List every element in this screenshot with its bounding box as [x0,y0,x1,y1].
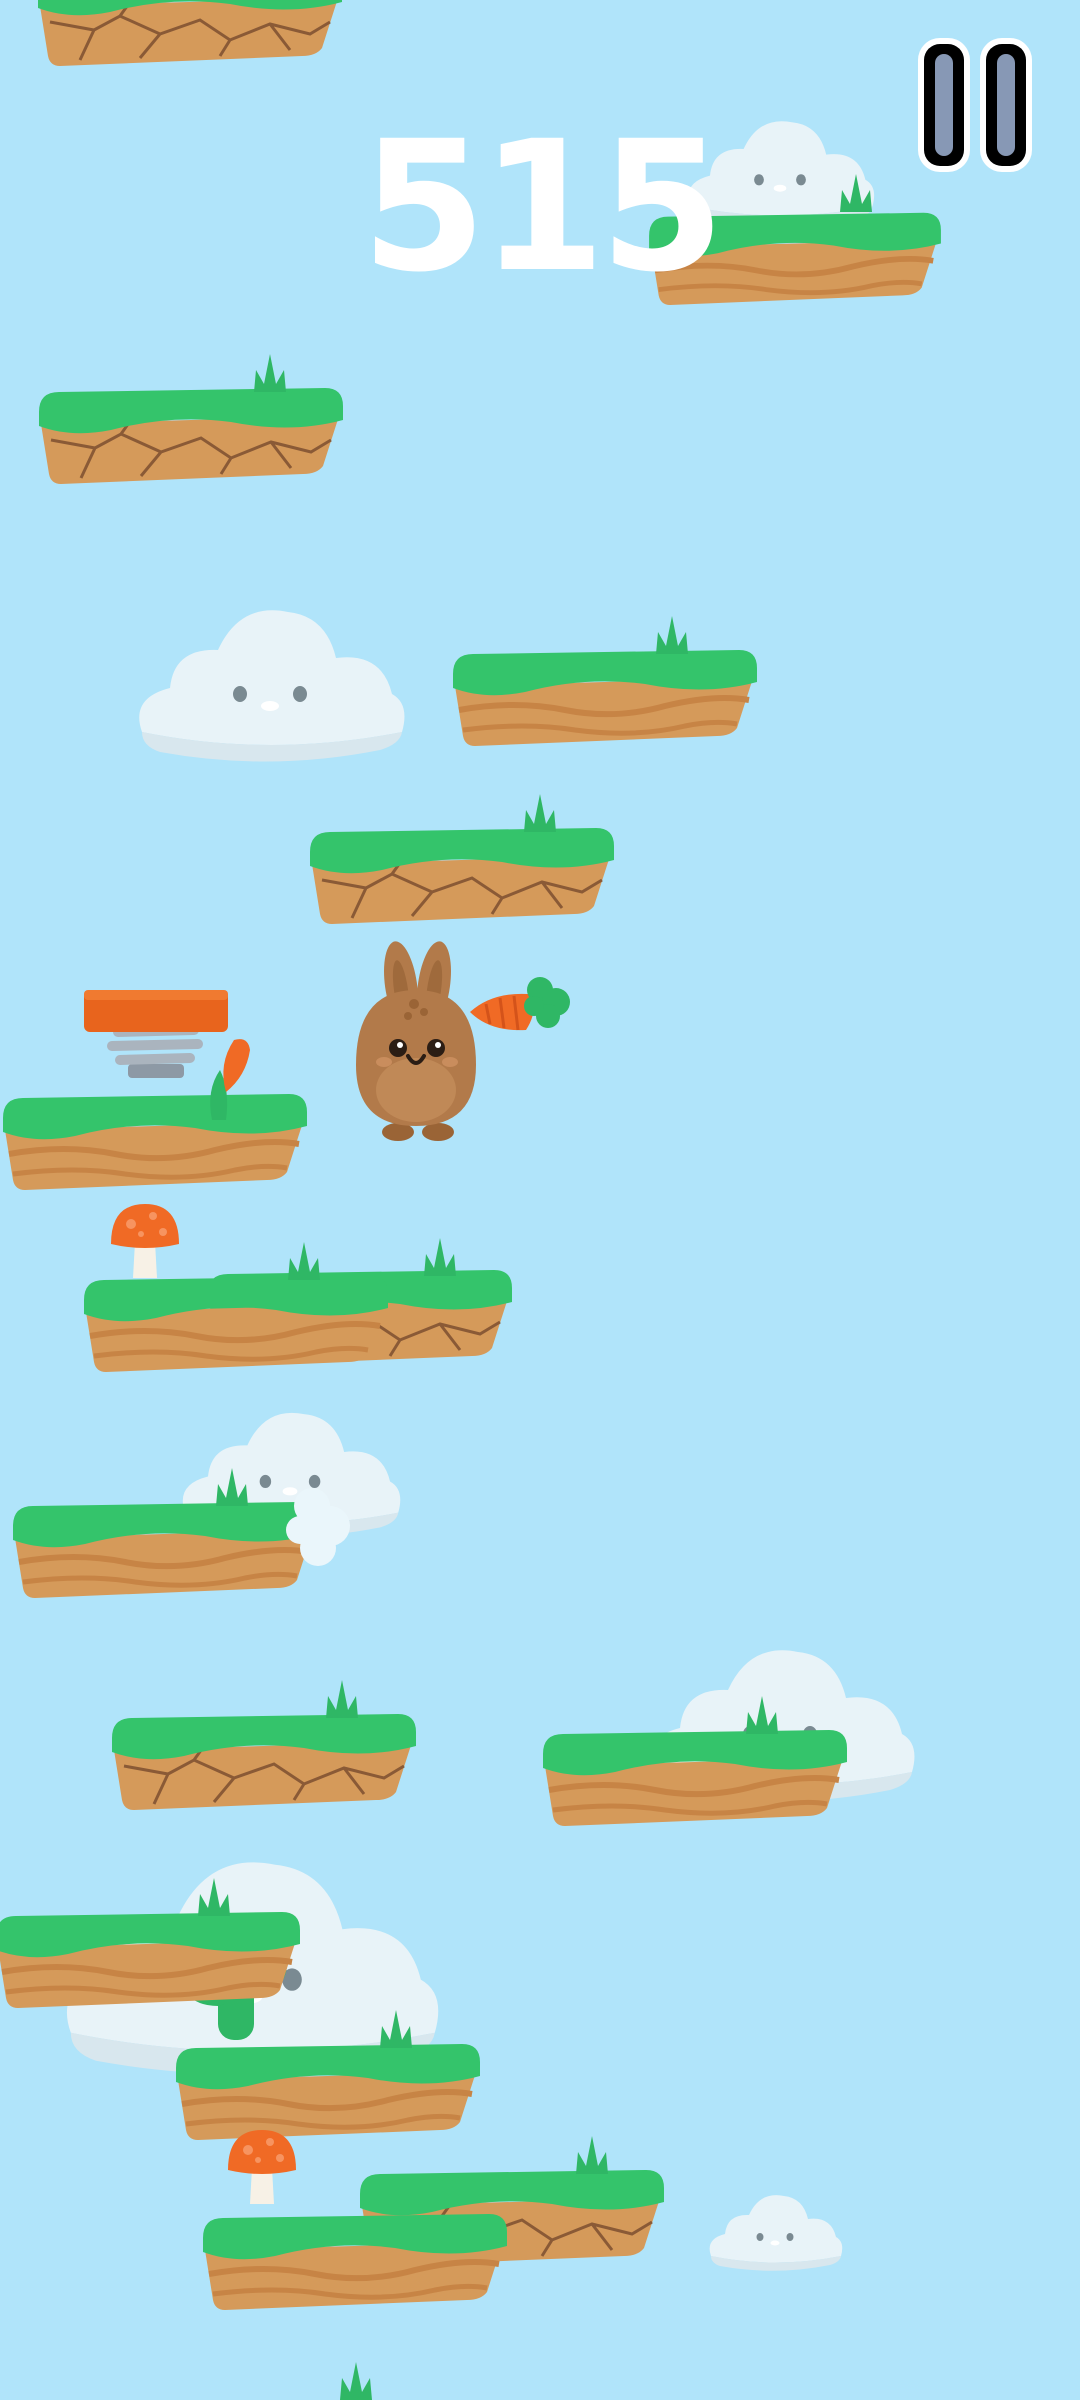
pause-icon [918,38,1032,172]
mushroom-icon [111,1204,179,1278]
platform [13,1502,317,1598]
grass-tuft-icon [288,1242,320,1280]
platform-cracked [36,0,344,68]
grass-tuft-icon [326,1680,358,1718]
platform [0,1912,300,2008]
pause-button[interactable] [914,34,1036,176]
platform [203,2214,507,2310]
platform-cracked [308,826,616,926]
grass-tuft-icon [576,2136,608,2174]
grass-tuft-icon [340,2362,372,2400]
game-world [0,0,1080,2400]
bunny-character [356,941,476,1141]
grass-tuft-icon [254,354,286,392]
spring-trampoline [84,990,228,1078]
platform [3,1094,307,1190]
cloud-face [709,2195,843,2271]
platform-cracked [110,1712,418,1812]
cloud-face [139,610,405,762]
grass-tuft-icon [524,794,556,832]
grass-tuft-icon [424,1238,456,1276]
platform [543,1730,847,1826]
platform [453,650,757,746]
platform [176,2044,480,2140]
score-counter: 515 [361,103,725,312]
carrot-icon [470,977,570,1031]
platform-cracked [37,386,345,486]
platform [84,1276,388,1372]
mushroom-icon [228,2130,296,2204]
grass-tuft-icon [656,616,688,654]
game-stage[interactable]: 515 [0,0,1080,2400]
